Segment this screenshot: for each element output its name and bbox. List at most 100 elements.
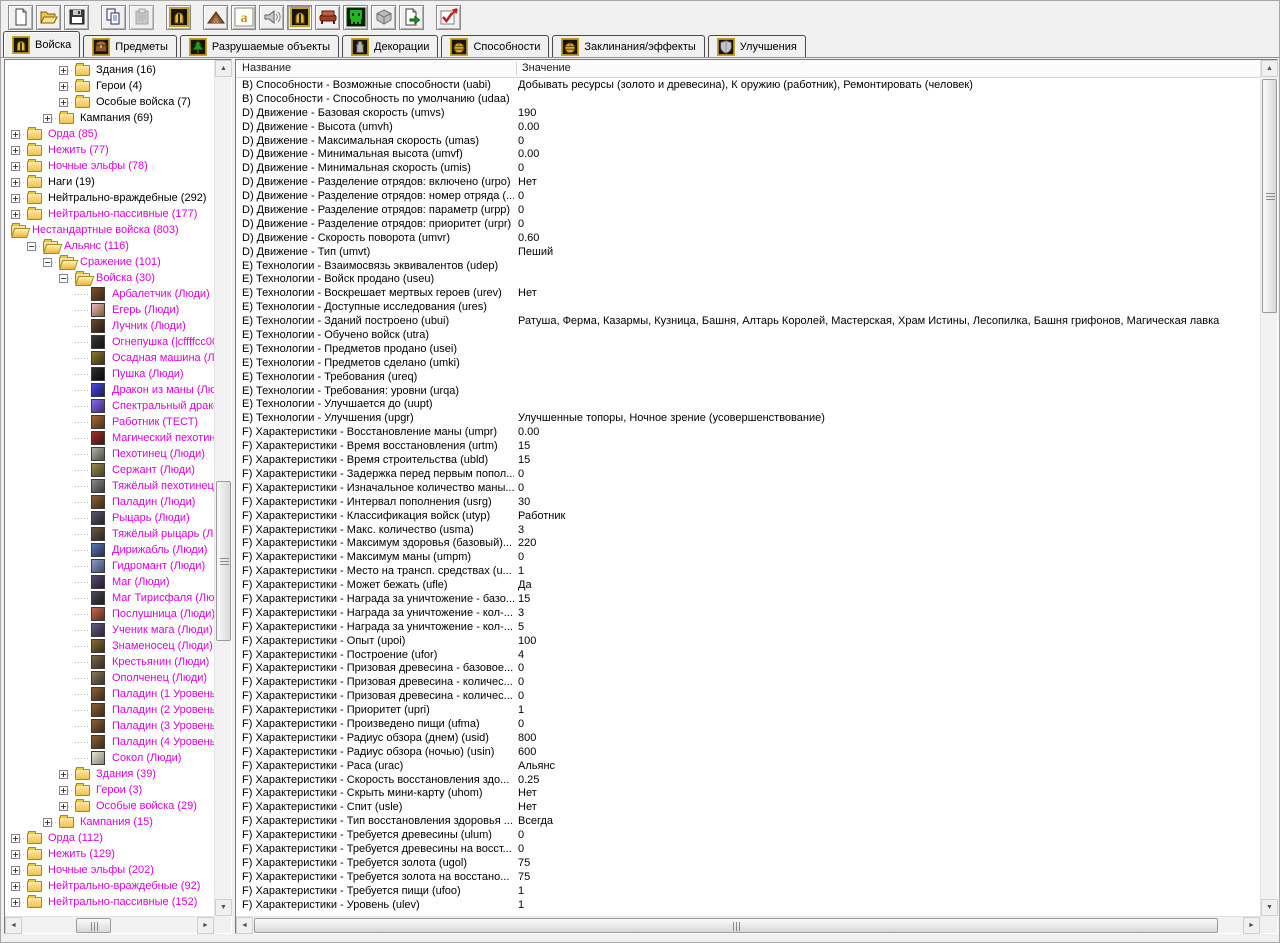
- property-row[interactable]: F) Характеристики - Интервал пополнения …: [236, 496, 1260, 510]
- tree-item[interactable]: + Герои (4): [5, 78, 214, 94]
- tree-item[interactable]: Тяжёлый пехотинец: [5, 478, 214, 494]
- terrain-button[interactable]: [203, 4, 228, 30]
- tree-item[interactable]: + Нежить (129): [5, 846, 214, 862]
- tree-expand-plus-icon[interactable]: +: [43, 817, 52, 827]
- tree-item[interactable]: − Сражение (101): [5, 254, 214, 270]
- open-file-button[interactable]: [36, 4, 61, 30]
- property-row[interactable]: B) Способности - Способность по умолчани…: [236, 93, 1260, 107]
- tree-item[interactable]: + Здания (16): [5, 62, 214, 78]
- property-row[interactable]: E) Технологии - Улучшения (upgr) Улучшенн…: [236, 412, 1260, 426]
- tree-item[interactable]: Магический пехотин: [5, 430, 214, 446]
- tree-expand-plus-icon[interactable]: +: [11, 849, 20, 859]
- tree-item[interactable]: + Нейтрально-враждебные (92): [5, 878, 214, 894]
- property-row[interactable]: F) Характеристики - Призовая древесина -…: [236, 662, 1260, 676]
- tab-decorations[interactable]: Декорации: [342, 35, 439, 57]
- tree-item[interactable]: + Нейтрально-пассивные (152): [5, 894, 214, 910]
- property-row[interactable]: F) Характеристики - Скрыть мини-карту (u…: [236, 787, 1260, 801]
- column-separator[interactable]: [516, 62, 517, 75]
- property-row[interactable]: F) Характеристики - Может бежать (ufle) Д…: [236, 579, 1260, 593]
- tree-item[interactable]: Маг (Люди): [5, 574, 214, 590]
- tree-item[interactable]: Работник (ТЕСТ): [5, 414, 214, 430]
- tree-item[interactable]: Паладин (4 Уровень): [5, 734, 214, 750]
- tree-item[interactable]: + Нежить (77): [5, 142, 214, 158]
- tree-item[interactable]: + Орда (85): [5, 126, 214, 142]
- property-row[interactable]: E) Технологии - Улучшается до (uupt): [236, 398, 1260, 412]
- tree-item[interactable]: Огнепушка (|cffffcc00: [5, 334, 214, 350]
- tree-item[interactable]: Гидромант (Люди): [5, 558, 214, 574]
- property-row[interactable]: E) Технологии - Требования: уровни (urqa…: [236, 385, 1260, 399]
- property-row[interactable]: B) Способности - Возможные способности (…: [236, 79, 1260, 93]
- scroll-left-icon[interactable]: ◄: [5, 917, 22, 934]
- scroll-up-icon[interactable]: ▲: [1261, 60, 1278, 77]
- tab-items[interactable]: Предметы: [83, 35, 177, 57]
- tree-item[interactable]: + Ночные эльфы (202): [5, 862, 214, 878]
- tree-item[interactable]: Спектральный драко: [5, 398, 214, 414]
- tree-expand-plus-icon[interactable]: +: [59, 81, 68, 91]
- property-row[interactable]: D) Движение - Базовая скорость (umvs) 190: [236, 107, 1260, 121]
- tree-item[interactable]: Послушница (Люди): [5, 606, 214, 622]
- tree-expand-plus-icon[interactable]: +: [11, 833, 20, 843]
- tree-item[interactable]: Тяжёлый рыцарь (Лю: [5, 526, 214, 542]
- scroll-down-icon[interactable]: ▼: [215, 899, 232, 916]
- property-row[interactable]: F) Характеристики - Награда за уничтожен…: [236, 607, 1260, 621]
- scroll-up-icon[interactable]: ▲: [215, 60, 232, 77]
- tree-item[interactable]: + Нейтрально-враждебные (292): [5, 190, 214, 206]
- tab-upgrades[interactable]: Улучшения: [707, 35, 806, 57]
- property-row[interactable]: D) Движение - Минимальная скорость (umis…: [236, 162, 1260, 176]
- tree-item[interactable]: Знаменосец (Люди): [5, 638, 214, 654]
- decorations-button[interactable]: [371, 4, 396, 30]
- new-file-button[interactable]: [8, 4, 33, 30]
- tree-item[interactable]: − Войска (30): [5, 270, 214, 286]
- scroll-left-icon[interactable]: ◄: [236, 917, 253, 934]
- property-row[interactable]: D) Движение - Максимальная скорость (uma…: [236, 135, 1260, 149]
- doodads-button[interactable]: [315, 4, 340, 30]
- tree-expand-plus-icon[interactable]: +: [59, 785, 68, 795]
- tab-units[interactable]: Войска: [3, 31, 81, 57]
- tree-expand-minus-icon[interactable]: −: [59, 273, 68, 283]
- property-row[interactable]: E) Технологии - Зданий построено (ubui) Р…: [236, 315, 1260, 329]
- tree-item[interactable]: Дракон из маны (Лю: [5, 382, 214, 398]
- units-button[interactable]: [287, 4, 312, 30]
- tree-item[interactable]: + Нейтрально-пассивные (177): [5, 206, 214, 222]
- tree-expand-plus-icon[interactable]: +: [11, 129, 20, 139]
- tree-horizontal-scrollbar[interactable]: ◄ ►: [5, 916, 214, 934]
- tree-item[interactable]: Дирижабль (Люди): [5, 542, 214, 558]
- property-row[interactable]: F) Характеристики - Радиус обзора (ночью…: [236, 746, 1260, 760]
- property-row[interactable]: F) Характеристики - Тип восстановления з…: [236, 815, 1260, 829]
- tree-item[interactable]: + Особые войска (29): [5, 798, 214, 814]
- copy-button[interactable]: [101, 4, 126, 30]
- property-row[interactable]: F) Характеристики - Максимум здоровья (б…: [236, 537, 1260, 551]
- tree-item[interactable]: Ученик мага (Люди): [5, 622, 214, 638]
- property-row[interactable]: F) Характеристики - Требуется золота на …: [236, 871, 1260, 885]
- tree-item[interactable]: Лучник (Люди): [5, 318, 214, 334]
- property-row[interactable]: F) Характеристики - Призовая древесина -…: [236, 676, 1260, 690]
- tree-item[interactable]: Паладин (3 Уровень): [5, 718, 214, 734]
- property-row[interactable]: F) Характеристики - Задержка перед первы…: [236, 468, 1260, 482]
- tree-item[interactable]: Пушка (Люди): [5, 366, 214, 382]
- property-row[interactable]: F) Характеристики - Награда за уничтожен…: [236, 593, 1260, 607]
- tree-hscroll-thumb[interactable]: [76, 918, 111, 933]
- property-row[interactable]: D) Движение - Высота (umvh) 0.00: [236, 121, 1260, 135]
- properties-horizontal-scrollbar[interactable]: ◄ ►: [236, 916, 1260, 934]
- tree-item[interactable]: + Герои (3): [5, 782, 214, 798]
- tree-expand-plus-icon[interactable]: +: [11, 161, 20, 171]
- unit-editor-button[interactable]: [166, 4, 191, 30]
- property-row[interactable]: E) Технологии - Предметов продано (usei): [236, 343, 1260, 357]
- save-file-button[interactable]: [64, 4, 89, 30]
- property-row[interactable]: D) Движение - Разделение отрядов: включе…: [236, 176, 1260, 190]
- tree-item[interactable]: Нестандартные войска (803): [5, 222, 214, 238]
- tree-item[interactable]: + Ночные эльфы (78): [5, 158, 214, 174]
- property-row[interactable]: F) Характеристики - Изначальное количест…: [236, 482, 1260, 496]
- destructibles-button[interactable]: [343, 4, 368, 30]
- tree-expand-plus-icon[interactable]: +: [59, 769, 68, 779]
- tree-expand-plus-icon[interactable]: +: [11, 145, 20, 155]
- tree-item[interactable]: Маг Тирисфаля (Люд: [5, 590, 214, 606]
- property-row[interactable]: F) Характеристики - Восстановление маны …: [236, 426, 1260, 440]
- tree-expand-plus-icon[interactable]: +: [11, 897, 20, 907]
- property-row[interactable]: E) Технологии - Доступные исследования (…: [236, 301, 1260, 315]
- tree-expand-plus-icon[interactable]: +: [11, 177, 20, 187]
- property-row[interactable]: F) Характеристики - Требуется древесины …: [236, 843, 1260, 857]
- property-row[interactable]: F) Характеристики - Построение (ufor) 4: [236, 649, 1260, 663]
- tree-item[interactable]: Ополченец (Люди): [5, 670, 214, 686]
- property-row[interactable]: F) Характеристики - Спит (usle) Нет: [236, 801, 1260, 815]
